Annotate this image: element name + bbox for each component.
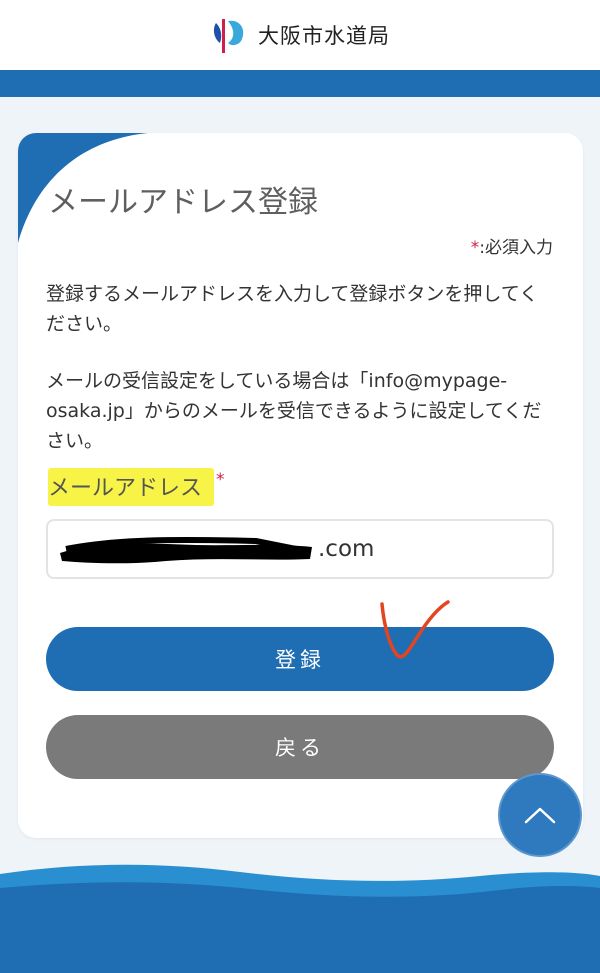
page-title: メールアドレス登録 xyxy=(48,185,318,220)
email-field[interactable]: .com xyxy=(46,519,554,579)
required-note-text: :必須入力 xyxy=(479,238,553,258)
top-bar xyxy=(0,70,600,97)
email-label-group: メールアドレス * xyxy=(48,468,225,506)
description-instruction: 登録するメールアドレスを入力して登録ボタンを押してください。 xyxy=(46,283,539,335)
osaka-waterworks-logo-icon xyxy=(213,19,244,53)
back-button[interactable]: 戻る xyxy=(46,715,554,779)
description-mail-settings: メールの受信設定をしている場合は「info@mypage-osaka.jp」から… xyxy=(46,370,542,452)
chevron-up-icon xyxy=(524,807,556,824)
logo-text: 大阪市水道局 xyxy=(258,24,390,48)
scroll-to-top-button[interactable] xyxy=(498,773,582,857)
email-label: メールアドレス xyxy=(48,468,215,506)
logo[interactable]: 大阪市水道局 xyxy=(210,15,390,55)
footer-wave xyxy=(0,864,600,973)
registration-card: メールアドレス登録 *:必須入力 登録するメールアドレスを入力して登録ボタンを押… xyxy=(18,133,583,838)
email-required-mark: * xyxy=(216,470,225,490)
site-header: 大阪市水道局 xyxy=(0,0,600,70)
register-button[interactable]: 登録 xyxy=(46,627,554,691)
required-mark: * xyxy=(470,238,480,258)
required-note: *:必須入力 xyxy=(471,233,553,258)
